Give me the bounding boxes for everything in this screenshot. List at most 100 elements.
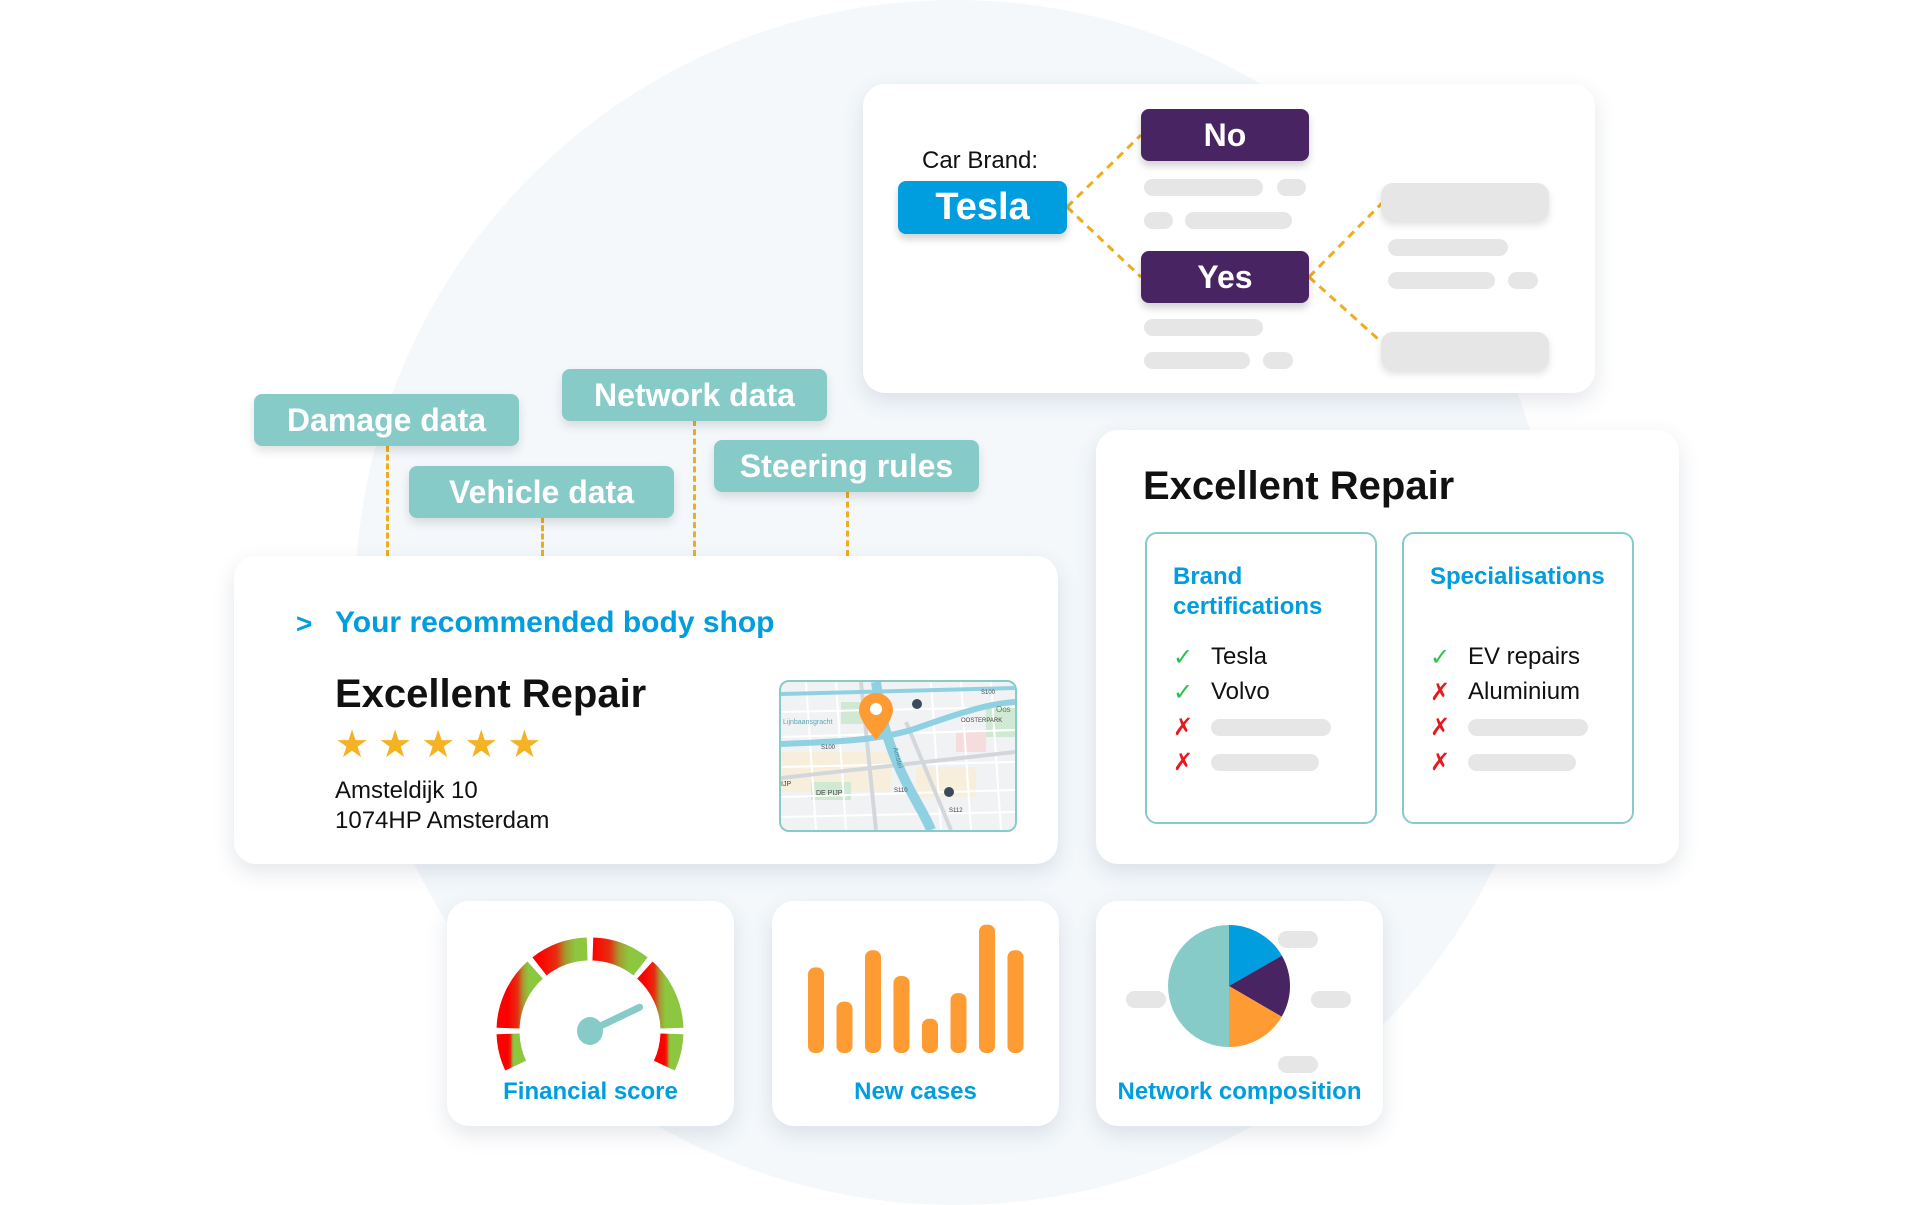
cross-icon: ✗ (1430, 748, 1451, 776)
gauge-icon (496, 937, 684, 1071)
cross-icon: ✗ (1430, 678, 1451, 706)
list-item: ✗ Aluminium (1430, 677, 1580, 707)
details-shop-name: Excellent Repair (1143, 464, 1455, 508)
star-icon: ★ (335, 724, 370, 766)
financial-score-widget[interactable]: Financial score (447, 901, 734, 1126)
chevron-right-icon[interactable]: > (296, 608, 312, 640)
gauge-segment-4 (636, 961, 684, 1029)
network-composition-widget[interactable]: Network composition (1096, 901, 1383, 1126)
gauge-segment-0 (496, 1033, 527, 1071)
star-icon: ★ (464, 724, 499, 766)
star-icon: ★ (507, 724, 542, 766)
recommendation-heading[interactable]: Your recommended body shop (335, 606, 775, 640)
map-label-partial: Oos (996, 705, 1011, 714)
list-item: ✗ (1430, 712, 1588, 742)
placeholder-line (1508, 272, 1538, 289)
damage-data-label: Damage data (254, 394, 519, 446)
connector-vehicle (541, 517, 544, 556)
placeholder-line (1263, 352, 1293, 369)
branch-yes-button[interactable]: Yes (1141, 251, 1309, 303)
network-composition-label: Network composition (1117, 1078, 1362, 1105)
placeholder-line (1388, 272, 1495, 289)
check-icon: ✓ (1173, 678, 1194, 706)
specialisations-title: Specialisations (1430, 563, 1605, 590)
list-item: ✓ EV repairs (1430, 642, 1580, 672)
cross-icon: ✗ (1430, 713, 1451, 741)
metro-icon (912, 699, 922, 709)
brand-certifications-title: Brand certifications (1173, 563, 1323, 620)
branch-no-button[interactable]: No (1141, 109, 1309, 161)
placeholder-line (1468, 718, 1588, 736)
list-item-label: Aluminium (1468, 678, 1581, 705)
map-graphic: Lijnbaansgracht DE PIJP OOSTERPARK Oos I… (781, 682, 1015, 830)
placeholder-line (1144, 319, 1263, 336)
check-icon: ✓ (1430, 643, 1451, 671)
map-road-badge: S100 (981, 690, 996, 696)
brand-certifications-box: Brand certifications ✓ Tesla ✓ Volvo ✗ ✗ (1145, 532, 1377, 824)
gauge-segment-1 (496, 961, 544, 1029)
map-road-badge: S110 (894, 788, 908, 794)
shop-address: Amsteldijk 10 1074HP Amsterdam (335, 776, 549, 836)
new-cases-widget[interactable]: New cases (772, 901, 1059, 1126)
map-road-badge: S112 (949, 808, 963, 814)
map-label-district: DE PIJP (816, 790, 843, 797)
placeholder-line (1211, 753, 1319, 771)
pie-slice-3 (1168, 925, 1229, 1047)
map-label-partial: IJP (781, 781, 791, 788)
placeholder-line (1144, 212, 1173, 229)
bar-5 (922, 1018, 938, 1053)
bar-7 (979, 924, 995, 1053)
star-icon: ★ (378, 724, 413, 766)
list-item-label: EV repairs (1468, 643, 1581, 670)
vehicle-data-label: Vehicle data (409, 466, 674, 518)
recommendation-card: > Your recommended body shop Excellent R… (234, 556, 1058, 864)
list-item: ✗ (1173, 712, 1331, 742)
map-label-street: Lijnbaansgracht (783, 719, 832, 726)
location-map[interactable]: Lijnbaansgracht DE PIJP OOSTERPARK Oos I… (779, 680, 1017, 832)
placeholder-node (1381, 332, 1549, 370)
list-item-label: Volvo (1211, 678, 1270, 705)
placeholder-line (1144, 179, 1263, 196)
list-item: ✓ Volvo (1173, 677, 1270, 707)
placeholder-line (1144, 352, 1250, 369)
new-cases-chart (808, 924, 1024, 1053)
list-item: ✓ Tesla (1173, 642, 1267, 672)
star-icon: ★ (421, 724, 456, 766)
connector-network (693, 420, 696, 556)
gauge-segment-5 (653, 1033, 684, 1071)
gauge-hub (577, 1017, 603, 1045)
decision-tree-card: Car Brand: Tesla No Yes (863, 84, 1595, 393)
car-brand-label: Car Brand: (922, 147, 1039, 174)
placeholder-line (1468, 753, 1576, 771)
list-item: ✗ (1430, 747, 1576, 777)
placeholder-line (1211, 718, 1331, 736)
map-label-park: OOSTERPARK (961, 718, 1002, 724)
cross-icon: ✗ (1173, 748, 1194, 776)
placeholder-line (1185, 212, 1292, 229)
list-item: ✗ (1173, 747, 1319, 777)
financial-score-label: Financial score (503, 1078, 678, 1105)
gauge-arc (496, 937, 684, 1071)
bar-4 (893, 975, 910, 1053)
check-icon: ✓ (1173, 643, 1194, 671)
new-cases-label: New cases (854, 1078, 977, 1105)
selected-brand-button[interactable]: Tesla (898, 181, 1067, 234)
map-road-badge: S100 (821, 745, 836, 751)
shop-details-card: Excellent Repair Brand certifications ✓ … (1096, 430, 1679, 864)
network-composition-chart (1168, 925, 1290, 1047)
placeholder-line (1388, 239, 1508, 256)
connector-damage (386, 446, 389, 556)
gauge-segment-3 (591, 937, 648, 976)
steering-rules-label: Steering rules (714, 440, 979, 492)
bar-8 (1007, 950, 1024, 1053)
bar-2 (836, 1001, 853, 1053)
rating-stars: ★ ★ ★ ★ ★ (335, 726, 541, 764)
specialisations-box: Specialisations ✓ EV repairs ✗ Aluminium… (1402, 532, 1634, 824)
list-item-label: Tesla (1211, 643, 1268, 670)
address-city: 1074HP Amsterdam (335, 807, 550, 834)
bar-6 (950, 993, 967, 1053)
placeholder-line (1277, 179, 1306, 196)
bar-3 (865, 950, 881, 1053)
gauge-segment-2 (532, 937, 589, 976)
shop-name: Excellent Repair (335, 672, 647, 716)
